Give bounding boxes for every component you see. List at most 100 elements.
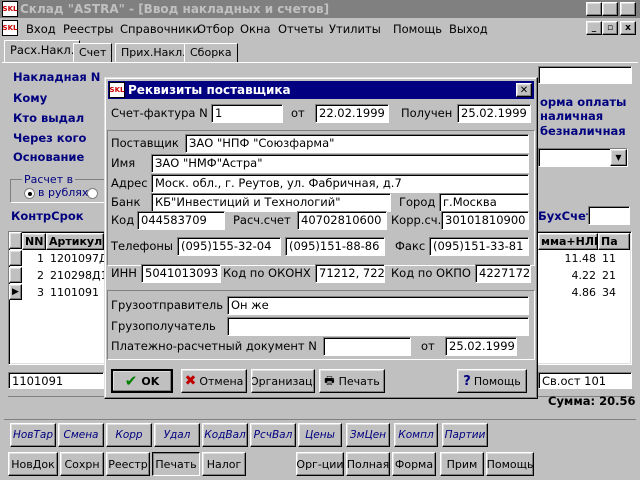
menu-okna[interactable]: Окна [240,22,271,36]
menu-pomosh[interactable]: Помощь [393,22,442,36]
mdi-icon[interactable]: SKL [2,20,18,36]
cancel-button[interactable]: ✖ Отмена [181,369,247,393]
table-cell-artikul[interactable]: 1201097Д [48,251,108,267]
bank-field[interactable]: КБ"Инвестиций и Технологий" [151,193,391,212]
zmcen-button[interactable]: ЗмЦен [346,423,390,447]
mdi-restore-button[interactable]: ▫ [602,21,618,35]
dialog-title: Реквизиты поставщика [128,83,291,97]
tab-schet[interactable]: Счет [73,43,113,62]
table-cell-nn[interactable]: 2 [22,268,46,284]
row-indicator [9,267,22,283]
field-top-right[interactable] [538,66,632,84]
mdi-minimize-button[interactable]: _ [586,21,602,35]
menu-vhod[interactable]: Вход [26,22,56,36]
tab-sborka[interactable]: Сборка [184,43,238,62]
dialog-close-icon[interactable]: ✕ [516,83,532,97]
print-button[interactable]: 🖶 Печать [319,369,385,393]
menu-otbor[interactable]: Отбор [197,22,234,36]
reestr-button[interactable]: Реестр [106,452,150,476]
kodval-button[interactable]: КодВал [202,423,248,447]
inn-field[interactable]: 5041013093 [141,264,221,283]
kompl-button[interactable]: Компл [394,423,438,447]
invoice-number-field[interactable]: 1 [211,104,283,123]
paydoc-label: Платежно-расчетный документ N [111,339,317,353]
polnaya-button[interactable]: Полная [346,452,390,476]
option-nalichnaya[interactable]: наличная [540,109,603,123]
app-icon[interactable]: SKL [2,1,18,17]
forma-button[interactable]: Форма [392,452,436,476]
table-cell-summa[interactable]: 11.48 [538,251,598,267]
rschval-button[interactable]: РсчВал [250,423,296,447]
okpo-field[interactable]: 4227172 [475,264,531,283]
table-cell-nn[interactable]: 3 [22,285,46,301]
radio-currency[interactable] [87,188,98,199]
account-label: Расч.счет [233,213,291,227]
table-cell-summa[interactable]: 4.22 [538,268,598,284]
phone1-field[interactable]: (095)155-32-04 [177,237,281,256]
table-cell-pa[interactable]: 11 [600,251,630,267]
menu-otchety[interactable]: Отчеты [278,22,323,36]
table-cell-summa[interactable]: 4.86 [538,285,598,301]
org-cii-button[interactable]: Орг-ции [296,452,344,476]
inn-label: ИНН [111,266,137,280]
table-cell-artikul[interactable]: 210298Д1 [48,268,108,284]
ok-button[interactable]: ✔ OK [111,369,173,393]
organizations-button[interactable]: Организац. [251,369,315,393]
city-field[interactable]: г.Москва [439,193,529,212]
menu-reestry[interactable]: Реестры [63,22,114,36]
grid-header-nn[interactable]: NN [22,233,46,250]
radio-rubles[interactable] [24,188,35,199]
main-title-bar[interactable]: SKL Склад "ASTRA" - [Ввод накладных и сч… [0,0,640,18]
maximize-button[interactable]: ▫ [602,2,618,16]
current-row-arrow-icon: ▶ [9,284,22,300]
novdok-button[interactable]: НовДок [8,452,58,476]
menu-vyhod[interactable]: Выход [449,22,488,36]
minimize-button[interactable]: _ [586,2,602,16]
pechat-button[interactable]: Печать [152,452,200,476]
help-button[interactable]: ? Помощь [457,369,527,393]
table-cell-nn[interactable]: 1 [22,251,46,267]
dialog-title-bar[interactable]: SKL Реквизиты поставщика ✕ [108,81,534,99]
menu-utility[interactable]: Утилиты [329,22,381,36]
tab-prih-nakl[interactable]: Прих.Накл. [115,43,192,62]
novtar-button[interactable]: НовТар [10,423,56,447]
grid-header-artikul[interactable]: Артикул [46,233,104,250]
okonh-field[interactable]: 71212, 722 [315,264,385,283]
buhschet-field[interactable] [588,206,630,225]
sum-total: Сумма: 20.56 [548,394,636,408]
partii-button[interactable]: Партии [442,423,488,447]
table-cell-artikul[interactable]: 1101091 [48,285,104,301]
udal-button[interactable]: Удал [154,423,200,447]
corr-field[interactable]: 30101810900 [441,211,529,230]
pomosh-button[interactable]: Помощь [486,452,534,476]
ceny-button[interactable]: Цены [298,423,342,447]
korr-button[interactable]: Корр [106,423,152,447]
supplier-field[interactable]: ЗАО "НПФ "Союзфарма" [185,134,529,153]
menu-spravochniki[interactable]: Справочники [120,22,200,36]
option-beznalichnaya[interactable]: безналичная [540,124,626,138]
grid-header-summa[interactable]: мма+НЛГ [538,233,601,250]
fax-field[interactable]: (095)151-33-81 [429,237,529,256]
paydoc-date-field[interactable]: 25.02.1999 [445,337,517,356]
name-field[interactable]: ЗАО "НМФ"Астра" [151,154,529,173]
close-button[interactable]: x [620,2,636,16]
account-field[interactable]: 40702810600 [297,211,387,230]
sohrn-button[interactable]: Сохрн [60,452,104,476]
consignee-field[interactable] [227,317,529,336]
table-cell-pa[interactable]: 34 [600,285,630,301]
smena-button[interactable]: Смена [58,423,104,447]
tab-rash-nakl[interactable]: Расх.Накл. [4,40,81,63]
chevron-down-icon[interactable]: ▼ [610,149,627,166]
grid-header-pa[interactable]: Па [598,233,630,250]
address-field[interactable]: Моск. обл., г. Реутов, ул. Фабричная, д.… [151,174,529,193]
prim-button[interactable]: Прим [440,452,484,476]
invoice-date-field[interactable]: 22.02.1999 [315,104,389,123]
mdi-close-button[interactable]: x [620,21,636,35]
phone2-field[interactable]: (095)151-88-86 [285,237,385,256]
paydoc-number-field[interactable] [323,337,411,356]
code-field[interactable]: 044583709 [137,211,225,230]
received-date-field[interactable]: 25.02.1999 [457,104,531,123]
shipper-field[interactable]: Он же [227,296,529,315]
nalog-button[interactable]: Налог [202,452,246,476]
table-cell-pa[interactable]: 21 [600,268,630,284]
